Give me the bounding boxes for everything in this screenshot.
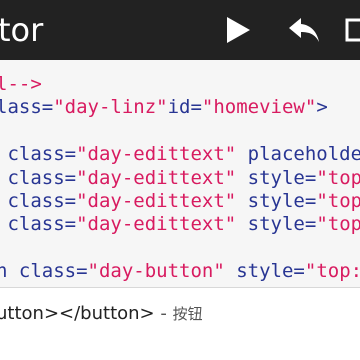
- code-line: lass="day-linz"id="homeview">: [0, 95, 360, 119]
- code-token: n class=: [0, 260, 88, 283]
- autocomplete-suggestion[interactable]: utton></button> - 按钮: [0, 288, 360, 340]
- more-icon: [345, 18, 360, 42]
- code-token: lass=: [0, 96, 54, 119]
- code-token: class=: [0, 190, 77, 212]
- app-bar: tor: [0, 0, 360, 60]
- code-line: class="day-edittext" style="top: [0, 189, 360, 213]
- more-button[interactable]: [330, 0, 360, 60]
- app-title: tor: [0, 11, 44, 49]
- code-token: l-->: [0, 73, 42, 95]
- code-token: style=: [236, 213, 317, 236]
- code-line: class="day-edittext" placeholde: [0, 142, 360, 166]
- code-token: style=: [224, 260, 305, 283]
- code-token: class=: [0, 213, 77, 236]
- code-line: class="day-edittext" style="top: [0, 212, 360, 236]
- code-token: "day-edittext": [76, 143, 237, 166]
- undo-button[interactable]: [278, 0, 330, 60]
- suggestion-description: 按钮: [172, 305, 203, 323]
- suggestion-separator: -: [154, 303, 173, 324]
- code-token: style=: [236, 190, 317, 212]
- code-token: style=: [236, 166, 317, 189]
- code-token: >: [316, 96, 328, 119]
- suggestion-code: utton></button>: [0, 303, 155, 324]
- code-token: "top: [316, 166, 360, 189]
- code-line: l-->: [0, 72, 360, 96]
- code-token: "homeview": [201, 96, 317, 119]
- run-button[interactable]: [212, 0, 264, 60]
- code-token: "day-edittext": [76, 213, 237, 236]
- code-token: class=: [0, 166, 77, 189]
- code-token: class=: [0, 143, 77, 166]
- undo-arrow-icon: [289, 18, 319, 42]
- code-token: id=: [167, 96, 202, 119]
- code-token: "day-linz": [53, 96, 168, 119]
- code-token: "top: [316, 213, 360, 236]
- code-editor[interactable]: l--> lass="day-linz"id="homeview"> class=…: [0, 60, 360, 288]
- code-line: class="day-edittext" style="top: [0, 166, 360, 190]
- play-icon: [227, 17, 250, 43]
- code-token: "day-button": [87, 260, 225, 283]
- code-token: "day-edittext": [76, 190, 237, 212]
- code-token: "top: [316, 190, 360, 212]
- code-token: placeholde: [236, 143, 360, 166]
- suggestion-text: utton></button> - 按钮: [0, 302, 203, 326]
- code-line: n class="day-button" style="top:: [0, 259, 360, 283]
- code-token: "top:: [304, 260, 360, 283]
- code-token: "day-edittext": [76, 166, 237, 189]
- bottom-strip: [0, 340, 360, 360]
